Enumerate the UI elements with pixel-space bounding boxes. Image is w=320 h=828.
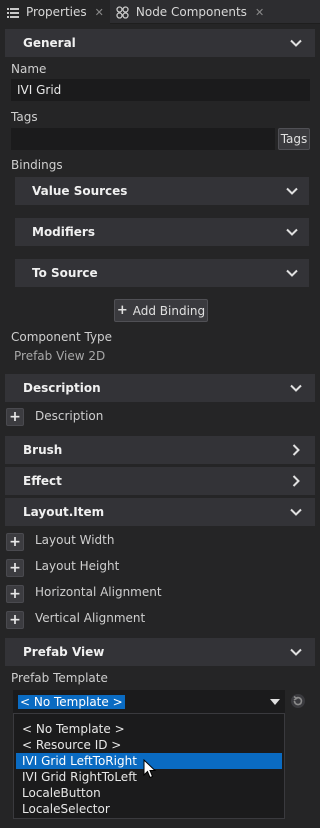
- binding-modifiers-header[interactable]: Modifiers: [15, 218, 309, 246]
- tab-node-components[interactable]: Node Components ✕: [110, 0, 270, 24]
- plus-icon: +: [116, 303, 128, 318]
- bindings-label: Bindings: [11, 158, 63, 172]
- dropdown-option[interactable]: < Resource ID >: [16, 737, 282, 753]
- add-layout-height-button[interactable]: +: [6, 559, 24, 577]
- section-general-header[interactable]: General: [5, 29, 315, 57]
- dropdown-option[interactable]: < No Template >: [16, 721, 282, 737]
- name-label: Name: [11, 62, 47, 76]
- name-field[interactable]: IVI Grid: [11, 79, 310, 101]
- binding-value-sources-header[interactable]: Value Sources: [15, 177, 309, 205]
- chevron-down-icon: [290, 39, 302, 47]
- section-title: Brush: [23, 443, 63, 457]
- prefab-template-select[interactable]: < No Template >: [13, 690, 285, 713]
- section-title: Layout.Item: [23, 505, 105, 519]
- section-title: Effect: [23, 474, 62, 488]
- layout-width-label: Layout Width: [35, 533, 115, 547]
- tags-field[interactable]: [11, 128, 275, 150]
- list-icon: [6, 5, 20, 19]
- tab-properties[interactable]: Properties ✕: [0, 0, 110, 24]
- add-description-button[interactable]: +: [6, 408, 24, 426]
- layout-height-label: Layout Height: [35, 559, 120, 573]
- tags-button[interactable]: Tags: [278, 128, 310, 150]
- plus-icon: +: [9, 534, 21, 550]
- chevron-down-icon: [290, 384, 302, 392]
- add-horizontal-alignment-button[interactable]: +: [6, 585, 24, 603]
- binding-title: Value Sources: [32, 184, 128, 198]
- add-binding-label: Add Binding: [132, 303, 206, 318]
- chevron-down-icon: [290, 508, 302, 516]
- revert-icon[interactable]: [290, 693, 306, 709]
- close-icon[interactable]: ✕: [95, 6, 104, 19]
- chevron-down-icon: [290, 648, 302, 656]
- tags-label: Tags: [11, 110, 38, 124]
- component-type-label: Component Type: [11, 330, 113, 344]
- mouse-cursor-icon: [143, 759, 157, 779]
- prefab-template-value: < No Template >: [18, 694, 125, 709]
- plus-icon: +: [9, 612, 21, 628]
- plus-icon: +: [9, 586, 21, 602]
- binding-title: To Source: [32, 266, 98, 280]
- caret-down-icon: [270, 699, 280, 705]
- add-vertical-alignment-button[interactable]: +: [6, 611, 24, 629]
- section-effect-header[interactable]: Effect: [5, 467, 315, 495]
- add-binding-button[interactable]: + Add Binding: [114, 299, 208, 322]
- chevron-down-icon: [286, 187, 298, 195]
- tab-label: Properties: [26, 5, 87, 19]
- chevron-down-icon: [286, 228, 298, 236]
- section-layout-item-header[interactable]: Layout.Item: [5, 498, 315, 526]
- plus-icon: +: [9, 409, 21, 425]
- binding-title: Modifiers: [32, 225, 95, 239]
- component-type-value: Prefab View 2D: [14, 349, 106, 363]
- section-brush-header[interactable]: Brush: [5, 436, 315, 464]
- plus-icon: +: [9, 560, 21, 576]
- section-prefab-view-header[interactable]: Prefab View: [5, 638, 315, 666]
- prefab-template-label: Prefab Template: [11, 671, 108, 685]
- close-icon[interactable]: ✕: [255, 6, 264, 19]
- description-row-label: Description: [35, 409, 104, 423]
- dropdown-option[interactable]: LocaleSelector: [16, 801, 282, 817]
- tab-label: Node Components: [135, 5, 247, 19]
- tab-bar: Properties ✕ Node Components ✕: [0, 0, 320, 24]
- chevron-right-icon: [292, 475, 300, 487]
- horizontal-alignment-label: Horizontal Alignment: [35, 585, 162, 599]
- components-icon: [116, 5, 130, 19]
- add-layout-width-button[interactable]: +: [6, 533, 24, 551]
- chevron-right-icon: [292, 444, 300, 456]
- section-title: Prefab View: [23, 645, 105, 659]
- dropdown-option[interactable]: LocaleButton: [16, 785, 282, 801]
- binding-to-source-header[interactable]: To Source: [15, 259, 309, 287]
- section-title: General: [23, 36, 76, 50]
- section-title: Description: [23, 381, 101, 395]
- vertical-alignment-label: Vertical Alignment: [35, 611, 146, 625]
- chevron-down-icon: [286, 269, 298, 277]
- section-description-header[interactable]: Description: [5, 374, 315, 402]
